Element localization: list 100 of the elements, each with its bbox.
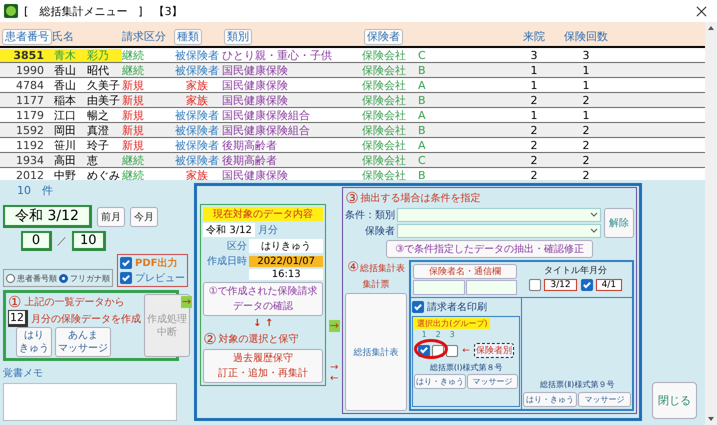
table-cell: A — [418, 108, 426, 122]
table-cell-text: 国民健康保険 — [222, 168, 289, 180]
table-cell: A — [418, 78, 426, 92]
table-cell-text: 1 — [530, 108, 538, 122]
table-cell: 家族 — [186, 78, 208, 92]
table-cell: 保険会社 — [362, 94, 406, 106]
table-cell: C — [418, 48, 426, 62]
table-cell-text: 2 — [530, 94, 538, 106]
checkbox[interactable] — [412, 301, 424, 313]
table-cell-text: 1990 — [15, 64, 45, 76]
confirm-button[interactable]: ①で作成された保険請求 データの確認 — [203, 282, 324, 316]
form-title: 総括票(Ⅱ)様式第９号 — [539, 379, 616, 390]
close-button[interactable]: 閉じる — [652, 382, 698, 419]
scroll-up-icon[interactable] — [707, 24, 715, 32]
extract-button[interactable]: ③で条件指定したデータの抽出・確認修正 — [386, 240, 594, 258]
summary-button[interactable]: 総括集計表 — [345, 293, 408, 411]
total-field: 10 — [72, 231, 106, 251]
memo-label: 覚書メモ — [3, 366, 44, 380]
memo-field[interactable] — [3, 383, 177, 421]
table-cell-text: 3 — [530, 48, 538, 62]
table-cell-text: 4784 — [15, 78, 45, 92]
table-cell-text: 新規 — [122, 138, 145, 152]
prev-month-button[interactable]: 前月 — [96, 206, 125, 226]
close-icon[interactable] — [696, 6, 707, 16]
print-button[interactable]: マッサージ — [466, 374, 518, 389]
table-cell: 被保険者 — [175, 138, 219, 152]
table-cell: 被保険者 — [175, 154, 219, 166]
checkbox-label: PDF出力 — [135, 256, 178, 270]
clear-button[interactable]: 解除 — [604, 208, 634, 238]
column-header: 来院 — [523, 29, 545, 44]
column-header-button[interactable]: 保険者 — [364, 28, 403, 44]
table-cell-text: 2 — [582, 154, 590, 166]
table-cell-text: 後期高齢者 — [222, 138, 278, 152]
table-cell-text: 2 — [582, 168, 590, 180]
radio-button[interactable] — [59, 274, 68, 282]
checkbox[interactable] — [120, 257, 132, 269]
month-field[interactable]: 12 — [8, 310, 28, 327]
table-cell-text: 香山 昭代 — [53, 64, 110, 76]
table-cell-text: 稲本 由美子 — [53, 94, 121, 106]
step-number: ③ — [345, 190, 359, 206]
print-button[interactable]: はり・きゅう — [523, 392, 577, 407]
input-field[interactable] — [413, 280, 465, 295]
table-cell-text: 1177 — [15, 94, 45, 106]
field-label: タイトル年月分 — [544, 264, 608, 277]
field-value: 2022/01/07 — [249, 256, 324, 266]
table-cell: 保険会社 — [362, 48, 406, 62]
month-unit: 月分 — [258, 224, 278, 237]
table-cell-text: 継続 — [122, 168, 145, 180]
group-number: 3 — [448, 330, 456, 339]
table-cell: 保険会社 — [362, 168, 406, 180]
table-cell-text: ひとり親・重心・子供 — [222, 48, 333, 62]
column-header: 保険回数 — [564, 29, 608, 44]
column-header-button[interactable]: 類別 — [224, 28, 252, 44]
scrollbar[interactable] — [705, 22, 717, 425]
print-button[interactable]: マッサージ — [578, 392, 632, 407]
column-header-button[interactable]: 患者番号 — [2, 28, 52, 44]
table-cell-text: 新規 — [122, 108, 145, 122]
table-cell-text: 国民健康保険組合 — [222, 124, 311, 136]
group-number: 2 — [434, 330, 442, 339]
table-cell: 家族 — [186, 94, 208, 106]
column-header-button[interactable]: 種類 — [174, 28, 202, 44]
flow-arrow: → — [330, 362, 338, 373]
table-cell-text: 1 — [582, 78, 590, 92]
table-cell-text: 高田 恵 — [53, 154, 99, 166]
table-cell-text: 1 — [530, 64, 538, 76]
field-label: 区分 — [226, 240, 248, 253]
column-header: 氏名 — [52, 29, 75, 44]
create-button[interactable]: あんま マッサージ — [55, 327, 111, 357]
checkbox-label: 請求者名印刷 — [427, 300, 488, 314]
table-cell: 被保険者 — [175, 124, 219, 136]
scroll-down-icon[interactable] — [707, 415, 715, 423]
this-month-button[interactable]: 今月 — [130, 206, 158, 226]
step-subtitle: 集計票 — [362, 278, 390, 291]
history-button[interactable]: 過去履歴保守 訂正・追加・再集計 — [203, 349, 324, 383]
table-cell: 被保険者 — [175, 64, 219, 76]
table-cell: 被保険者 — [175, 108, 219, 122]
month-field[interactable]: 令和 3/12 — [3, 205, 92, 228]
table-cell-text: 国民健康保険 — [222, 94, 289, 106]
table-cell: 青木 彩乃 — [52, 48, 122, 62]
group-number: 1 — [420, 330, 428, 339]
checkbox[interactable] — [529, 279, 542, 291]
step-number: ④ — [347, 260, 360, 276]
field-value: 16:13 — [249, 269, 324, 280]
field-value: はりきゅう — [249, 239, 324, 253]
radio-button[interactable] — [6, 274, 15, 282]
checkbox[interactable] — [446, 344, 458, 356]
note-header: 保険者名・通信欄 — [413, 264, 518, 279]
input-field[interactable] — [466, 280, 518, 295]
by-insurer-button[interactable]: 保険者別 — [474, 343, 514, 358]
table-cell-text: 2 — [530, 124, 538, 136]
create-button[interactable]: はり きゅう — [16, 327, 52, 357]
pointer-arrow: ← — [462, 346, 470, 356]
checkbox[interactable] — [580, 279, 593, 291]
field-label: 保険者 — [364, 224, 396, 238]
radio-label: 患者番号順 — [17, 272, 57, 284]
table-cell: B — [418, 64, 426, 76]
table-cell-text: 継続 — [122, 48, 145, 62]
checkbox[interactable] — [120, 272, 132, 284]
print-button[interactable]: はり・きゅう — [414, 374, 466, 389]
table-cell-text: 1 — [582, 108, 590, 122]
